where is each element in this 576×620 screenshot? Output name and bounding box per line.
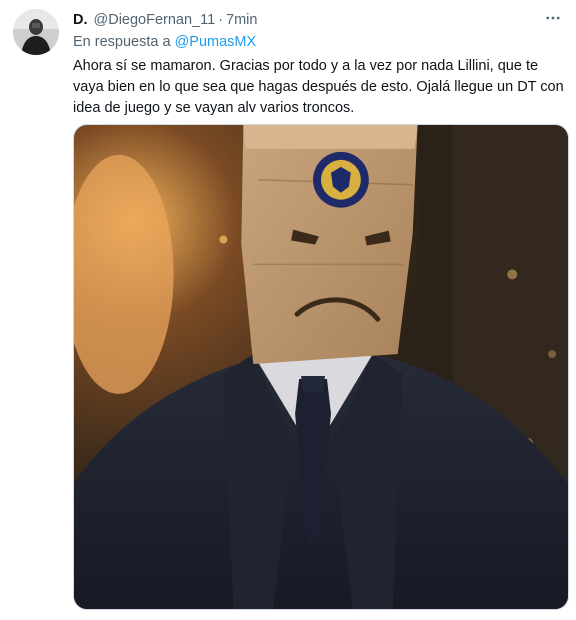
more-horizontal-icon <box>546 16 560 20</box>
separator-dot: · <box>218 12 224 28</box>
tweet-media-image[interactable] <box>73 124 569 610</box>
timestamp[interactable]: 7min <box>226 12 257 28</box>
more-options-button[interactable] <box>540 6 566 30</box>
avatar[interactable] <box>13 9 59 55</box>
reply-prefix: En respuesta a <box>73 34 171 50</box>
reply-mention-link[interactable]: @PumasMX <box>175 34 257 50</box>
tweet-text: Ahora sí se mamaron. Gracias por todo y … <box>73 58 564 116</box>
display-name[interactable]: D. <box>73 12 88 28</box>
reply-context: En respuesta a @PumasMX <box>73 34 256 50</box>
tweet-header: D. @DiegoFernan_11 · 7min <box>73 10 556 30</box>
user-handle[interactable]: @DiegoFernan_11 <box>94 12 216 28</box>
tweet-card[interactable]: D. @DiegoFernan_11 · 7min En respuesta a… <box>0 0 576 620</box>
